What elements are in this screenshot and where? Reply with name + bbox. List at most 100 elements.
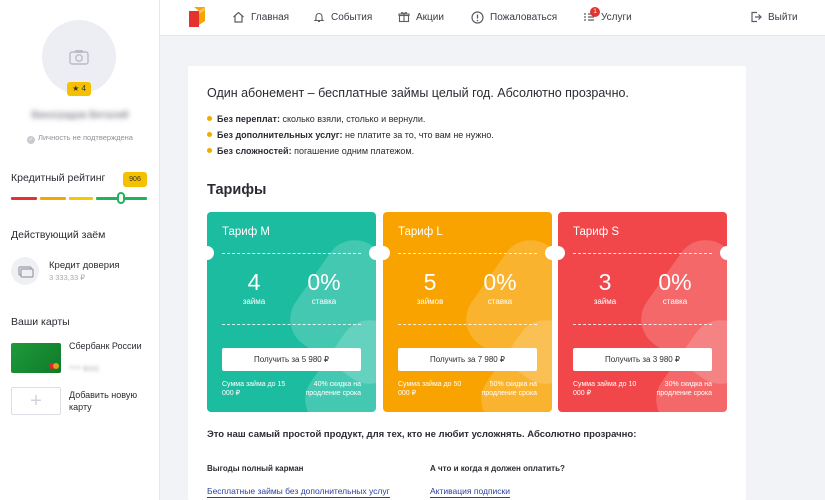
services-badge: 1 xyxy=(590,7,600,17)
ticket-notch xyxy=(720,246,727,260)
nav-home[interactable]: Главная xyxy=(232,9,289,25)
credit-rating-value: 906 xyxy=(123,172,147,187)
dashed-divider xyxy=(222,253,361,254)
benefit-text: погашение одним платежом. xyxy=(291,146,415,156)
discount-note: 50% скидка на продление срока xyxy=(481,381,538,397)
product-description: Это наш самый простой продукт, для тех, … xyxy=(207,429,637,440)
buy-tariff-button[interactable]: Получить за 5 980 ₽ xyxy=(222,348,361,371)
nav-home-label: Главная xyxy=(251,11,290,23)
loans-count: 3 xyxy=(598,269,612,295)
rate-label: ставка xyxy=(487,297,513,306)
rating-bar-orange xyxy=(40,197,66,200)
dashed-divider xyxy=(222,324,361,325)
card-bank-name[interactable]: Сбербанк России xyxy=(69,341,149,353)
subscription-activation-link[interactable]: Активация подписки xyxy=(430,486,511,498)
loans-label: займа xyxy=(593,297,617,306)
tariff-card-l: Тариф L 5 займов 0% ставка Получить за 7… xyxy=(383,212,552,412)
ticket-notch xyxy=(383,246,390,260)
buy-tariff-button[interactable]: Получить за 7 980 ₽ xyxy=(398,348,537,371)
home-icon xyxy=(233,11,244,23)
gift-icon xyxy=(398,12,410,23)
dashed-divider xyxy=(573,324,712,325)
nav-events-label: События xyxy=(331,11,373,23)
nav-promotions[interactable]: Акции xyxy=(398,9,444,25)
nav-complain[interactable]: Пожаловаться xyxy=(471,9,557,25)
subscription-panel: Один абонемент – бесплатные займы целый … xyxy=(188,66,746,500)
app-root: ★ 4 Виноградов Виталий ✓ Личность не подт… xyxy=(0,0,825,500)
discount-note: 40% скидка на продление срока xyxy=(305,381,362,397)
ticket-notch xyxy=(207,246,214,260)
verification-status[interactable]: ✓ Личность не подтверждена xyxy=(0,133,160,144)
camera-icon[interactable] xyxy=(69,49,89,70)
verification-text: Личность не подтверждена xyxy=(38,133,133,142)
ticket-notch xyxy=(545,246,552,260)
loan-amount-note: Сумма займа до 15 000 ₽ xyxy=(222,381,286,397)
plus-icon: + xyxy=(30,390,42,412)
bell-icon xyxy=(313,13,325,23)
nav-complain-label: Пожаловаться xyxy=(490,11,558,23)
nav-services[interactable]: 1 Услуги xyxy=(583,7,632,25)
benefit-bold: Без переплат: xyxy=(217,114,280,124)
logout-icon xyxy=(751,11,762,23)
tariffs-title: Тарифы xyxy=(207,182,267,198)
rate-label: ставка xyxy=(662,297,688,306)
nav-services-label: Услуги xyxy=(601,11,632,23)
logo-icon[interactable] xyxy=(188,6,206,33)
check-icon: ✓ xyxy=(27,136,36,144)
free-loans-link[interactable]: Бесплатные займы без дополнительных услу… xyxy=(207,486,390,498)
card-number: **** 9031 xyxy=(69,364,100,373)
logout-label: Выйти xyxy=(768,11,798,23)
benefit-item: Без переплат: сколько взяли, столько и в… xyxy=(207,114,425,124)
benefit-item: Без дополнительных услуг: не платите за … xyxy=(207,130,494,140)
rating-stars-badge: ★ 4 xyxy=(67,82,91,96)
mastercard-icon-circle xyxy=(53,363,59,369)
discount-note: 30% скидка на продление срока xyxy=(656,381,713,397)
sidebar: ★ 4 Виноградов Виталий ✓ Личность не подт… xyxy=(0,0,160,500)
page-headline: Один абонемент – бесплатные займы целый … xyxy=(207,86,629,100)
benefit-item: Без сложностей: погашение одним платежом… xyxy=(207,146,414,156)
loan-name[interactable]: Кредит доверия xyxy=(49,260,120,271)
ticket-notch xyxy=(558,246,565,260)
exclamation-circle-icon xyxy=(471,10,484,24)
benefit-bold: Без дополнительных услуг: xyxy=(217,130,343,140)
loans-count: 4 xyxy=(247,269,261,295)
bullet-icon xyxy=(207,116,212,121)
rate-value: 0% xyxy=(658,269,692,295)
user-name: Виноградов Виталий xyxy=(31,110,129,121)
nav-events[interactable]: События xyxy=(313,9,372,25)
benefits-heading: Выгоды полный карман xyxy=(207,464,304,473)
active-loan-title: Действующий заём xyxy=(11,229,106,241)
bullet-icon xyxy=(207,132,212,137)
tariff-name: Тариф S xyxy=(573,226,620,238)
rate-value: 0% xyxy=(483,269,517,295)
top-navigation: Главная События Акции Пожаловаться 1 Усл… xyxy=(160,0,825,36)
tariff-name: Тариф L xyxy=(398,226,443,238)
cards-title: Ваши карты xyxy=(11,316,70,328)
loans-count: 5 xyxy=(423,269,437,295)
payment-heading: А что и когда я должен оплатить? xyxy=(430,464,565,473)
nav-promotions-label: Акции xyxy=(416,11,444,23)
add-card-button[interactable]: + xyxy=(11,387,61,415)
tariff-card-m: Тариф M 4 займа 0% ставка Получить за 5 … xyxy=(207,212,376,412)
dashed-divider xyxy=(398,253,537,254)
dashed-divider xyxy=(573,253,712,254)
buy-tariff-button[interactable]: Получить за 3 980 ₽ xyxy=(573,348,712,371)
loan-amount: 3 333,33 ₽ xyxy=(49,273,86,282)
dashed-divider xyxy=(398,324,537,325)
benefit-text: не платите за то, что вам не нужно. xyxy=(342,130,494,140)
tariff-card-s: Тариф S 3 займа 0% ставка Получить за 3 … xyxy=(558,212,727,412)
loan-icon xyxy=(11,257,39,285)
logout-button[interactable]: Выйти xyxy=(750,9,798,25)
credit-rating-title: Кредитный рейтинг xyxy=(11,172,106,184)
benefit-bold: Без сложностей: xyxy=(217,146,292,156)
bank-card-image[interactable] xyxy=(11,343,61,373)
ticket-notch xyxy=(369,246,376,260)
rate-label: ставка xyxy=(311,297,337,306)
loan-amount-note: Сумма займа до 50 000 ₽ xyxy=(398,381,462,397)
rate-value: 0% xyxy=(307,269,341,295)
benefit-text: сколько взяли, столько и вернули. xyxy=(279,114,426,124)
rating-bar-yellow xyxy=(69,197,93,200)
loans-label: займа xyxy=(242,297,266,306)
rating-bar-red xyxy=(11,197,37,200)
add-card-label[interactable]: Добавить новую карту xyxy=(69,389,154,413)
